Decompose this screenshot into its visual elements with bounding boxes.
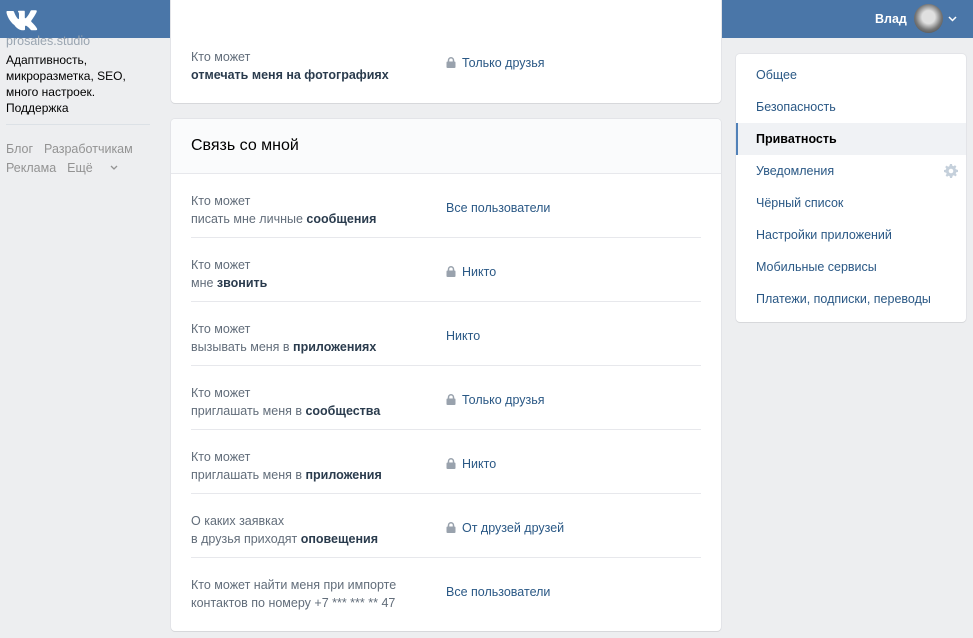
label-line1: Кто может (191, 450, 251, 464)
ad-description[interactable]: Адаптивность, микроразметка, SEO, много … (6, 52, 154, 116)
privacy-value-text: Только друзья (462, 393, 545, 407)
settings-menu-item[interactable]: Общее (736, 59, 966, 91)
settings-menu-item-label: Мобильные сервисы (756, 260, 877, 274)
privacy-value-text: Никто (462, 457, 497, 471)
privacy-value-dropdown[interactable]: Все пользователи (446, 585, 550, 599)
privacy-card-photos: Кто может отмечать меня на фотографиях Т… (171, 0, 721, 103)
privacy-row-label: О каких заявках в друзья приходят оповеще… (191, 512, 431, 548)
footer-link-more[interactable]: Ещё (67, 161, 118, 175)
settings-menu-item[interactable]: Уведомления (736, 155, 966, 187)
privacy-row: Кто может найти меня при импорте контакто… (191, 558, 701, 622)
settings-menu-item-label: Общее (756, 68, 797, 82)
privacy-row-photo-tags: Кто может отмечать меня на фотографиях Т… (191, 38, 701, 86)
privacy-row-label: Кто может мне звонить (191, 256, 431, 292)
lock-icon (446, 458, 456, 469)
label-line1: Кто может найти меня при импорте (191, 578, 397, 592)
footer-link-blog[interactable]: Блог (6, 142, 33, 156)
privacy-value-text: Никто (462, 265, 497, 279)
settings-menu-item[interactable]: Мобильные сервисы (736, 251, 966, 283)
label-line2: в друзья приходят (191, 532, 301, 546)
settings-menu-item[interactable]: Чёрный список (736, 187, 966, 219)
left-divider (6, 124, 150, 125)
label-line2-bold: отмечать меня на фотографиях (191, 68, 389, 82)
label-line2: вызывать меня в (191, 340, 294, 354)
privacy-row-label: Кто может писать мне личные сообщения (191, 192, 431, 228)
settings-menu-item[interactable]: Приватность (736, 123, 966, 155)
privacy-card-contact: Связь со мной Кто может писать мне личные… (171, 119, 721, 631)
lock-icon (446, 394, 456, 405)
label-line1: О каких заявках (191, 514, 285, 528)
label-line2: приглашать меня в (191, 468, 306, 482)
privacy-row-label: Кто может найти меня при импорте контакто… (191, 576, 431, 612)
privacy-value-dropdown[interactable]: Никто (446, 329, 480, 343)
settings-menu-item-label: Уведомления (756, 164, 835, 178)
label-line1: Кто может (191, 50, 251, 64)
label-line2-bold: приложениях (293, 340, 377, 354)
settings-menu-item[interactable]: Безопасность (736, 91, 966, 123)
lock-icon (446, 57, 456, 68)
privacy-row-label: Кто может вызывать меня в приложениях (191, 320, 431, 356)
settings-menu-item[interactable]: Платежи, подписки, переводы (736, 283, 966, 315)
privacy-value-dropdown[interactable]: Только друзья (446, 393, 545, 407)
privacy-value-dropdown[interactable]: Никто (446, 457, 496, 471)
settings-menu-item-label: Настройки приложений (756, 228, 892, 242)
privacy-value-text: Только друзья (462, 56, 545, 70)
privacy-row: Кто может вызывать меня в приложениях Никт… (191, 302, 701, 366)
privacy-value-dropdown[interactable]: От друзей друзей (446, 521, 564, 535)
footer-links: Блог Разработчикам Реклама Ещё (6, 140, 144, 178)
privacy-value-dropdown[interactable]: Все пользователи (446, 201, 550, 215)
chevron-down-icon[interactable] (948, 16, 957, 22)
user-name[interactable]: Влад (875, 12, 907, 26)
lock-icon (446, 522, 456, 533)
privacy-value-text: Все пользователи (446, 201, 551, 215)
privacy-value-text: Все пользователи (446, 585, 551, 599)
privacy-row: Кто может мне звонить Никто (191, 238, 701, 302)
settings-menu-item[interactable]: Настройки приложений (736, 219, 966, 251)
privacy-row: О каких заявках в друзья приходят оповеще… (191, 494, 701, 558)
ad-site[interactable]: prosales.studio (6, 34, 90, 48)
privacy-value-text: От друзей друзей (462, 521, 565, 535)
label-line1: Кто может (191, 194, 251, 208)
privacy-row-label: Кто может приглашать меня в сообщества (191, 384, 431, 420)
privacy-row: Кто может приглашать меня в сообщества Тол… (191, 366, 701, 430)
card-title: Связь со мной (171, 119, 721, 174)
footer-more-label: Ещё (67, 161, 93, 175)
settings-menu-item-label: Приватность (756, 132, 837, 146)
privacy-value-dropdown[interactable]: Никто (446, 265, 496, 279)
chevron-down-icon (110, 165, 118, 170)
footer-link-developers[interactable]: Разработчикам (44, 142, 133, 156)
privacy-value-text: Никто (446, 329, 481, 343)
settings-menu: Общее Безопасность Приватность Уведомления Ч… (736, 54, 966, 322)
avatar[interactable] (914, 4, 943, 33)
label-line1: Кто может (191, 258, 251, 272)
privacy-value-dropdown[interactable]: Только друзья (446, 56, 545, 70)
label-line2-bold: звонить (216, 276, 268, 290)
settings-menu-item-label: Платежи, подписки, переводы (756, 292, 931, 306)
label-line2-bold: сообщества (305, 404, 381, 418)
label-line2: писать мне личные (191, 212, 307, 226)
label-line2: контактов по номеру +7 *** *** ** 47 (191, 596, 396, 610)
privacy-row: Кто может приглашать меня в приложения Ник… (191, 430, 701, 494)
privacy-row-label: Кто может отмечать меня на фотографиях (191, 48, 431, 84)
vk-logo[interactable] (5, 5, 41, 33)
label-line1: Кто может (191, 386, 251, 400)
privacy-row-label: Кто может приглашать меня в приложения (191, 448, 431, 484)
settings-menu-item-label: Чёрный список (756, 196, 844, 210)
lock-icon (446, 266, 456, 277)
label-line2: приглашать меня в (191, 404, 306, 418)
label-line2-bold: приложения (305, 468, 382, 482)
label-line1: Кто может (191, 322, 251, 336)
label-line2: мне (191, 276, 217, 290)
label-line2-bold: сообщения (306, 212, 377, 226)
settings-menu-item-label: Безопасность (756, 100, 836, 114)
privacy-row: Кто может писать мне личные сообщения Все … (191, 174, 701, 238)
label-line2-bold: оповещения (300, 532, 379, 546)
gear-icon[interactable] (944, 164, 958, 178)
footer-link-ads[interactable]: Реклама (6, 161, 56, 175)
